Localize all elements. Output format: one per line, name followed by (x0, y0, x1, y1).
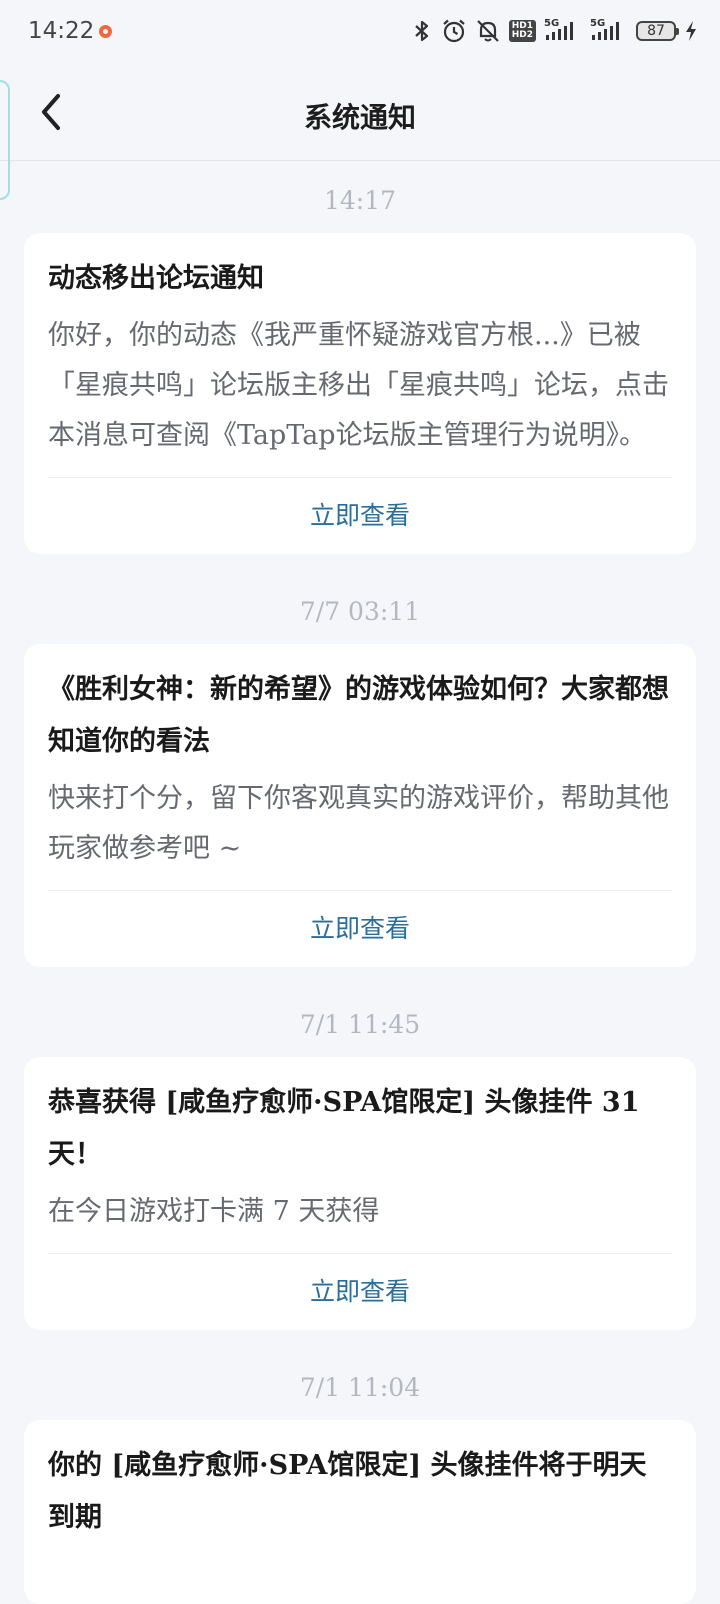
message-timestamp: 7/7 03:11 (299, 597, 421, 626)
charging-bolt-icon (686, 21, 696, 41)
notification-body: 你好，你的动态《我严重怀疑游戏官方根...》已被「星痕共鸣」论坛版主移出「星痕共… (48, 320, 669, 451)
message-timestamp: 7/1 11:04 (299, 1373, 421, 1402)
notification-title: 《胜利女神：新的希望》的游戏体验如何？大家都想知道你的看法 (48, 674, 669, 757)
message-timestamp: 7/1 11:45 (299, 1010, 421, 1039)
page-title: 系统通知 (303, 101, 416, 134)
message-timestamp: 14:17 (323, 186, 397, 215)
status-bar: 14:22 HD1 HD2 5G 5G 87 (0, 0, 720, 68)
signal-strength-icon (592, 22, 619, 40)
notification-card[interactable]: 你的 [咸鱼疗愈师·SPA馆限定] 头像挂件将于明天到期 (24, 1420, 696, 1604)
status-time: 14:22 (28, 18, 95, 44)
signal-2: 5G (590, 18, 628, 42)
view-now-button[interactable]: 立即查看 (48, 478, 672, 554)
view-now-button[interactable]: 立即查看 (48, 891, 672, 967)
notification-body: 快来打个分，留下你客观真实的游戏评价，帮助其他玩家做参考吧 ~ (48, 783, 669, 864)
notification-body: 在今日游戏打卡满 7 天获得 (48, 1196, 380, 1227)
battery-indicator: 87 (636, 21, 679, 41)
notification-title: 动态移出论坛通知 (48, 263, 264, 294)
hd-voice-badge: HD1 HD2 (508, 20, 536, 42)
hd-badge-bottom: HD2 (511, 30, 533, 40)
notification-list: 14:17 动态移出论坛通知 你好，你的动态《我严重怀疑游戏官方根...》已被「… (0, 161, 720, 1604)
notification-title: 你的 [咸鱼疗愈师·SPA馆限定] 头像挂件将于明天到期 (48, 1450, 647, 1533)
recording-indicator-icon (99, 25, 112, 38)
alarm-icon (443, 19, 465, 43)
signal-strength-icon (546, 22, 573, 40)
header: 系统通知 (0, 68, 720, 161)
notification-card[interactable]: 动态移出论坛通知 你好，你的动态《我严重怀疑游戏官方根...》已被「星痕共鸣」论… (24, 233, 696, 554)
mute-bell-icon (476, 20, 499, 42)
status-icons: HD1 HD2 5G 5G 87 (411, 18, 698, 44)
notification-title: 恭喜获得 [咸鱼疗愈师·SPA馆限定] 头像挂件 31 天！ (48, 1087, 640, 1170)
bluetooth-icon (414, 20, 428, 42)
notification-card[interactable]: 恭喜获得 [咸鱼疗愈师·SPA馆限定] 头像挂件 31 天！ 在今日游戏打卡满 … (24, 1057, 696, 1330)
notification-card[interactable]: 《胜利女神：新的希望》的游戏体验如何？大家都想知道你的看法 快来打个分，留下你客… (24, 644, 696, 967)
signal-1: 5G (544, 18, 582, 42)
view-now-button[interactable]: 立即查看 (48, 1254, 672, 1330)
